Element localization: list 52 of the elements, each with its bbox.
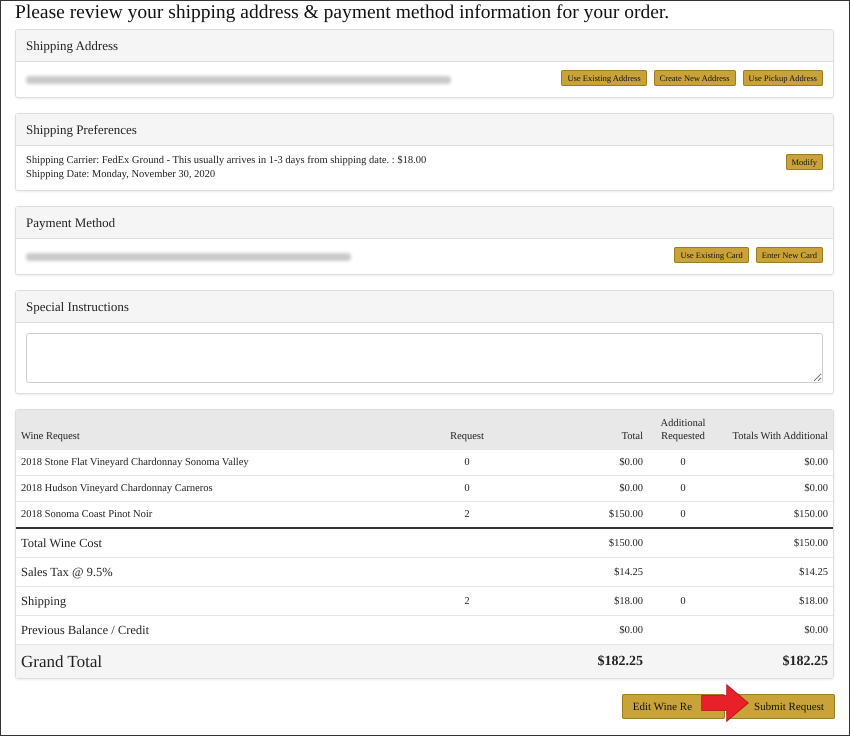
table-cell: 0: [680, 483, 686, 494]
column-header: Request: [450, 431, 484, 442]
table-cell: $0.00: [619, 483, 643, 494]
summary-label: Previous Balance / Credit: [21, 622, 150, 636]
table-cell: $150.00: [608, 538, 643, 548]
summary-label: Grand Total: [21, 652, 102, 670]
summary-label: Shipping: [21, 594, 66, 608]
action-button[interactable]: Use Existing Card: [674, 247, 749, 263]
table-cell: $0.00: [804, 483, 828, 494]
table-cell: 2018 Stone Flat Vineyard Chardonnay Sonoma Valley: [21, 457, 249, 468]
table-cell: 2018 Hudson Vineyard Chardonnay Carneros: [21, 483, 213, 494]
column-header: Totals With Additional: [732, 431, 828, 442]
table-cell: $0.00: [619, 624, 643, 636]
table-cell: 2: [464, 596, 470, 606]
table-cell: 0: [464, 483, 470, 494]
table-cell: $0.00: [804, 457, 828, 468]
pointer-arrow: [700, 682, 750, 724]
table-cell: 0: [680, 509, 686, 520]
table-cell: $0.00: [804, 624, 828, 636]
table-cell: 2018 Sonoma Coast Pinot Noir: [21, 509, 152, 520]
section-title: Payment Method: [26, 214, 116, 230]
table-cell: $150.00: [794, 509, 828, 520]
section-title: Special Instructions: [26, 298, 129, 314]
section-title: Shipping Address: [26, 38, 118, 54]
table-cell: $18.00: [799, 596, 828, 606]
instructions-field[interactable]: [26, 333, 823, 383]
summary-label: Sales Tax @ 9.5%: [21, 564, 113, 578]
table-cell: 2: [464, 509, 470, 520]
action-button[interactable]: Use Existing Address: [561, 70, 647, 86]
modify-button[interactable]: Modify: [786, 154, 823, 170]
table-cell: $18.00: [614, 596, 643, 606]
page-heading: Please review your shipping address & payment method information for your order.: [15, 1, 670, 25]
info-text: Shipping Carrier: FedEx Ground - This usually arrives in 1-3 days from shipping date. : $18.00: [26, 154, 426, 168]
column-header: Wine Request: [21, 431, 80, 442]
table-cell: $150.00: [794, 538, 828, 548]
table-cell: $0.00: [619, 457, 643, 468]
table-cell: 0: [680, 457, 686, 468]
table-cell: $182.25: [782, 654, 828, 668]
section-title: Shipping Preferences: [26, 122, 137, 138]
table-cell: $14.25: [614, 566, 643, 578]
action-button[interactable]: Create New Address: [654, 70, 736, 86]
info-text: Shipping Date: Monday, November 30, 2020: [26, 168, 216, 182]
summary-label: Total Wine Cost: [21, 536, 102, 550]
action-button[interactable]: Enter New Card: [756, 247, 823, 263]
table-cell: $182.25: [598, 654, 643, 668]
column-header: Total: [622, 431, 643, 442]
table-cell: 0: [464, 457, 470, 468]
table-cell: 0: [680, 596, 686, 606]
table-cell: $150.00: [608, 509, 643, 520]
column-header: Additional Requested: [660, 418, 706, 442]
action-button[interactable]: Use Pickup Address: [742, 70, 823, 86]
table-cell: $14.25: [799, 566, 828, 578]
